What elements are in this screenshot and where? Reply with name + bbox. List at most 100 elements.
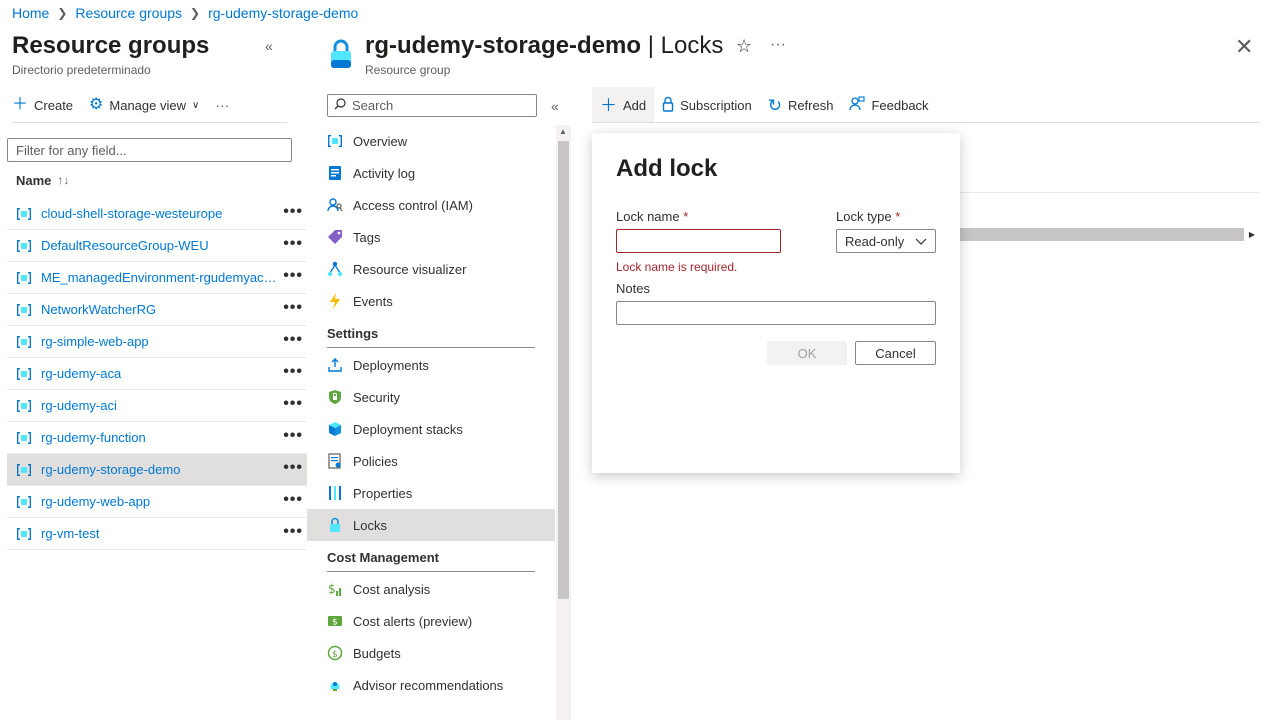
menu-search-box[interactable]: [327, 94, 537, 117]
resource-group-link[interactable]: ME_managedEnvironment-rgudemyaca-...: [41, 270, 277, 285]
nav-item-tags[interactable]: Tags: [307, 221, 555, 253]
add-lock-button[interactable]: ＋ Add: [592, 87, 655, 123]
background-horizontal-scrollbar[interactable]: [960, 228, 1260, 241]
nav-item-cost-analysis[interactable]: $ Cost analysis: [307, 573, 555, 605]
resource-group-link[interactable]: rg-simple-web-app: [41, 334, 149, 349]
breadcrumb-resource-groups[interactable]: Resource groups: [75, 5, 182, 21]
create-button[interactable]: ＋ Create: [12, 97, 73, 113]
nav-item-locks[interactable]: Locks: [307, 509, 555, 541]
nav-item-deployments[interactable]: Deployments: [307, 349, 555, 381]
lock-name-input[interactable]: [616, 229, 781, 253]
refresh-icon: ↻: [767, 95, 782, 115]
chevron-down-icon: ∨: [192, 99, 200, 111]
more-options-button[interactable]: ···: [215, 97, 229, 113]
nav-item-deployment-stacks[interactable]: Deployment stacks: [307, 413, 555, 445]
add-lock-dialog: Add lock Lock name * Lock name is requir…: [592, 133, 960, 473]
nav-item-label: Policies: [353, 453, 398, 469]
properties-icon: [327, 485, 343, 501]
nav-item-activity-log[interactable]: Activity log: [307, 157, 555, 189]
subscription-label: Subscription: [680, 97, 752, 113]
nav-item-cost-alerts[interactable]: $ Cost alerts (preview): [307, 605, 555, 637]
name-column-header[interactable]: Name ↑↓: [16, 171, 69, 189]
resource-group-link[interactable]: DefaultResourceGroup-WEU: [41, 238, 209, 253]
resource-group-link[interactable]: NetworkWatcherRG: [41, 302, 156, 317]
nav-item-advisor-recommendations[interactable]: Advisor recommendations: [307, 669, 555, 701]
lock-icon: [327, 517, 343, 533]
lock-name-label-text: Lock name: [616, 209, 680, 224]
table-row[interactable]: ME_managedEnvironment-rgudemyaca-... •••: [7, 262, 307, 294]
iam-icon: [327, 197, 343, 213]
menu-search-input[interactable]: [352, 98, 522, 113]
row-more-icon[interactable]: •••: [283, 427, 303, 445]
resource-group-link[interactable]: rg-vm-test: [41, 526, 100, 541]
table-row[interactable]: DefaultResourceGroup-WEU •••: [7, 230, 307, 262]
svg-text:$: $: [328, 582, 336, 596]
scroll-up-arrow-icon[interactable]: ▲: [559, 127, 567, 136]
row-more-icon[interactable]: •••: [283, 235, 303, 253]
row-more-icon[interactable]: •••: [283, 203, 303, 221]
resource-group-icon: [15, 461, 33, 479]
lock-type-dropdown[interactable]: Read-only: [836, 229, 936, 253]
row-more-icon[interactable]: •••: [283, 299, 303, 317]
resource-group-icon: [15, 429, 33, 447]
refresh-button[interactable]: ↻ Refresh: [760, 87, 842, 123]
breadcrumb-current[interactable]: rg-udemy-storage-demo: [208, 5, 358, 21]
ok-button[interactable]: OK: [767, 341, 847, 365]
cancel-button[interactable]: Cancel: [855, 341, 936, 365]
subscription-button[interactable]: Subscription: [654, 87, 760, 123]
more-actions-icon[interactable]: ···: [770, 36, 786, 54]
scroll-right-arrow-icon[interactable]: ▶: [1244, 228, 1260, 241]
resource-group-link[interactable]: rg-udemy-aci: [41, 398, 117, 413]
nav-item-label: Advisor recommendations: [353, 677, 504, 693]
resource-group-link[interactable]: rg-udemy-storage-demo: [41, 462, 180, 477]
resource-group-icon: [15, 525, 33, 543]
resource-group-link[interactable]: cloud-shell-storage-westeurope: [41, 206, 222, 221]
collapse-menu-icon[interactable]: «: [551, 98, 559, 114]
nav-item-properties[interactable]: Properties: [307, 477, 555, 509]
row-more-icon[interactable]: •••: [283, 459, 303, 477]
table-row[interactable]: rg-udemy-web-app •••: [7, 486, 307, 518]
menu-scroll-thumb[interactable]: [558, 141, 569, 599]
table-row[interactable]: NetworkWatcherRG •••: [7, 294, 307, 326]
dialog-title: Add lock: [616, 155, 718, 182]
breadcrumb-home[interactable]: Home: [12, 5, 49, 21]
lock-outline-icon: [662, 96, 674, 115]
table-row[interactable]: rg-udemy-function •••: [7, 422, 307, 454]
policy-icon: [327, 453, 343, 469]
row-more-icon[interactable]: •••: [283, 491, 303, 509]
manage-view-button[interactable]: ⚙ Manage view ∨: [89, 97, 199, 113]
feedback-label: Feedback: [871, 97, 929, 113]
nav-item-events[interactable]: Events: [307, 285, 555, 317]
table-row[interactable]: rg-udemy-aci •••: [7, 390, 307, 422]
row-more-icon[interactable]: •••: [283, 267, 303, 285]
breadcrumb-separator-icon: ❯: [190, 6, 201, 20]
row-more-icon[interactable]: •••: [283, 363, 303, 381]
row-more-icon[interactable]: •••: [283, 523, 303, 541]
resource-group-link[interactable]: rg-udemy-function: [41, 430, 146, 445]
row-more-icon[interactable]: •••: [283, 331, 303, 349]
sort-icon[interactable]: ↑↓: [57, 173, 69, 187]
resource-group-link[interactable]: rg-udemy-aca: [41, 366, 121, 381]
close-icon[interactable]: ✕: [1235, 34, 1253, 60]
nav-item-security[interactable]: Security: [307, 381, 555, 413]
collapse-left-panel-icon[interactable]: «: [265, 38, 273, 54]
table-row[interactable]: rg-udemy-aca •••: [7, 358, 307, 390]
filter-input[interactable]: [7, 138, 292, 162]
feedback-button[interactable]: Feedback: [841, 87, 936, 123]
nav-item-access-control[interactable]: Access control (IAM): [307, 189, 555, 221]
table-row-selected[interactable]: rg-udemy-storage-demo •••: [7, 454, 307, 486]
table-row[interactable]: rg-vm-test •••: [7, 518, 307, 550]
nav-item-overview[interactable]: Overview: [307, 125, 555, 157]
table-row[interactable]: cloud-shell-storage-westeurope •••: [7, 198, 307, 230]
row-more-icon[interactable]: •••: [283, 395, 303, 413]
resource-group-link[interactable]: rg-udemy-web-app: [41, 494, 150, 509]
nav-item-resource-visualizer[interactable]: Resource visualizer: [307, 253, 555, 285]
notes-input[interactable]: [616, 301, 936, 325]
feedback-icon: [849, 95, 866, 115]
nav-item-policies[interactable]: Policies: [307, 445, 555, 477]
favorite-star-icon[interactable]: ☆: [736, 36, 752, 57]
nav-item-budgets[interactable]: $ Budgets: [307, 637, 555, 669]
table-row[interactable]: rg-simple-web-app •••: [7, 326, 307, 358]
manage-view-label: Manage view: [109, 97, 186, 113]
create-label: Create: [34, 97, 74, 113]
